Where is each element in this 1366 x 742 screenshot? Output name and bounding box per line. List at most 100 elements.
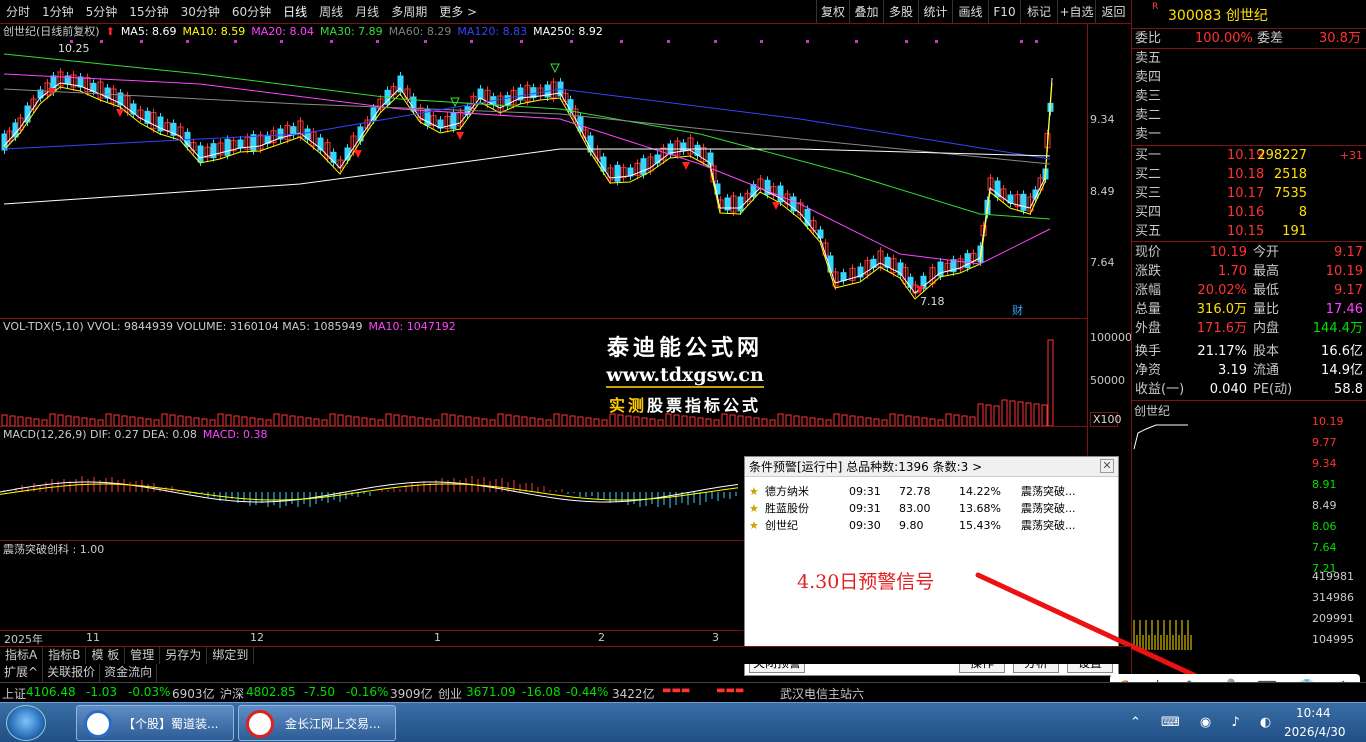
alert-row[interactable]: ★ 胜蓝股份 09:31 83.00 13.68% 震荡突破...	[749, 500, 1109, 517]
indicator-tab[interactable]: 指标A	[0, 647, 44, 664]
indicator-tab[interactable]: 指标B	[43, 647, 87, 664]
period-tab[interactable]: 5分钟	[80, 0, 124, 24]
intraday-mini-chart[interactable]	[1132, 415, 1310, 655]
toolbar-button[interactable]: 复权	[816, 0, 849, 24]
vol-tick: 50000	[1090, 374, 1125, 387]
volume-bar	[297, 416, 304, 426]
volume-bar	[145, 418, 152, 426]
indicator-tab[interactable]: 另存为	[160, 647, 208, 664]
period-tab[interactable]: 分时	[0, 0, 36, 24]
stat-label: 内盘	[1253, 321, 1280, 336]
period-tab[interactable]: 30分钟	[175, 0, 226, 24]
period-tab[interactable]: 多周期	[385, 0, 433, 24]
period-tab[interactable]: 月线	[349, 0, 385, 24]
kline-chart[interactable]	[0, 24, 1087, 318]
volume-bar	[569, 415, 576, 426]
stat-value: 17.46	[1325, 302, 1363, 317]
indicator-tab[interactable]: 管理	[125, 647, 161, 664]
clock-time[interactable]: 10:44	[1296, 706, 1331, 720]
macd-legend: MACD(12,26,9) DIF: 0.27 DEA: 0.08 MACD: …	[3, 428, 268, 442]
stock-code[interactable]: 300083 创世纪	[1168, 5, 1268, 25]
toolbar-button[interactable]: 画线	[952, 0, 988, 24]
start-button[interactable]	[6, 705, 46, 741]
period-tab[interactable]: 1分钟	[36, 0, 80, 24]
close-icon[interactable]: ✕	[1100, 459, 1114, 473]
star-icon: ★	[749, 485, 759, 498]
period-tab[interactable]: 更多 >	[433, 0, 483, 24]
alert-time: 09:31	[849, 502, 881, 515]
tray-icons[interactable]: ⌃ ⌨ ◉ ♪ ◐	[1130, 715, 1279, 730]
volume-bar	[1009, 400, 1016, 426]
volume-bar	[593, 418, 600, 426]
indicator-tab[interactable]: 绑定到	[207, 647, 255, 664]
condition-alert-window[interactable]: 条件预警[运行中] 总品种数:1396 条数:3 > ✕ ★ 德方纳米 09:31 7…	[744, 456, 1119, 676]
volume-bar	[849, 415, 856, 426]
server-station[interactable]: 武汉电信主站六	[780, 685, 864, 702]
stat-label: 流通	[1253, 363, 1280, 378]
toolbar-button[interactable]: 返回	[1095, 0, 1131, 24]
star-icon: ★	[749, 502, 759, 515]
watermark: 泰迪能公式网 www.tdxgsw.cn 实测股票指标公式	[570, 330, 800, 416]
weibi-label: 委比	[1135, 31, 1162, 46]
mini-volume-tick: 314986	[1312, 591, 1354, 604]
period-tab[interactable]: 日线	[277, 0, 313, 24]
buy-level-row[interactable]: 买二 10.18 2518	[1135, 165, 1365, 184]
stat-label: 外盘	[1135, 321, 1162, 336]
volume-chart[interactable]	[0, 332, 1087, 426]
period-tab[interactable]: 15分钟	[123, 0, 174, 24]
buy-level-row[interactable]: 买四 10.16 8	[1135, 203, 1365, 222]
buy-level-row[interactable]: 买一 10.19 298227 +31	[1135, 146, 1365, 165]
volume-bar	[865, 417, 872, 426]
cy-amt: 3422亿	[612, 687, 655, 701]
alert-row[interactable]: ★ 创世纪 09:30 9.80 15.43% 震荡突破...	[749, 517, 1109, 534]
volume-bar	[25, 417, 32, 426]
volume-bar	[1041, 404, 1048, 426]
volume-bar	[401, 415, 408, 426]
extension-tab[interactable]: 关联报价	[43, 664, 101, 682]
buy-volume: 191	[1282, 224, 1307, 239]
buy-level-label: 买一	[1135, 148, 1162, 163]
finance-marker[interactable]: 财	[1012, 302, 1023, 318]
volume-bar	[17, 416, 24, 426]
quote-panel: R 300083 创世纪 委比 100.00% 委差 30.8万 卖五 卖四 卖三卖…	[1131, 0, 1366, 678]
sell-level-label: 卖三	[1135, 89, 1162, 104]
volume-bar	[177, 415, 184, 426]
volume-bar	[73, 416, 80, 426]
buy-level-row[interactable]: 买五 10.15 191	[1135, 222, 1365, 241]
buy-level-label: 买四	[1135, 205, 1162, 220]
toolbar-button[interactable]: F10	[988, 0, 1020, 24]
stat-label: 最低	[1253, 283, 1280, 298]
macd-line	[0, 483, 739, 501]
mini-volume-tick: 104995	[1312, 633, 1354, 646]
stat-value: 171.6万	[1196, 321, 1247, 336]
volume-bar	[273, 413, 280, 426]
volume-bar	[473, 417, 480, 426]
toolbar-button[interactable]: +自选	[1057, 0, 1095, 24]
period-tab[interactable]: 60分钟	[226, 0, 277, 24]
toolbar-button[interactable]: 多股	[883, 0, 918, 24]
toolbar-button[interactable]: 统计	[918, 0, 952, 24]
alert-title[interactable]: 条件预警[运行中] 总品种数:1396 条数:3 >	[745, 457, 1118, 477]
stat-value: 14.9亿	[1321, 363, 1363, 378]
mini-price-tick: 9.34	[1312, 457, 1337, 470]
alert-pct: 15.43%	[959, 519, 1001, 532]
mini-price-tick: 8.91	[1312, 478, 1337, 491]
sell-level-label: 卖五	[1135, 51, 1162, 66]
y-tick: 8.49	[1090, 185, 1115, 198]
high-price-label: 10.25	[58, 42, 90, 55]
stat-label: 涨幅	[1135, 283, 1162, 298]
buy-level-row[interactable]: 买三 10.17 7535	[1135, 184, 1365, 203]
clock-date[interactable]: 2026/4/30	[1284, 725, 1346, 739]
volume-bar	[809, 417, 816, 426]
indicator-tab[interactable]: 模 板	[86, 647, 126, 664]
toolbar-button[interactable]: 标记	[1020, 0, 1057, 24]
volume-bar	[585, 417, 592, 426]
extension-tab[interactable]: 资金流向	[100, 664, 158, 682]
volume-bar	[641, 417, 648, 426]
volume-bar	[561, 414, 568, 426]
quote-stat-row: 收益(一) 0.040 PE(动) 58.8	[1135, 380, 1365, 399]
extension-tab[interactable]: 扩展^	[0, 664, 44, 682]
period-tab[interactable]: 周线	[313, 0, 349, 24]
toolbar-button[interactable]: 叠加	[849, 0, 883, 24]
alert-row[interactable]: ★ 德方纳米 09:31 72.78 14.22% 震荡突破...	[749, 483, 1109, 500]
